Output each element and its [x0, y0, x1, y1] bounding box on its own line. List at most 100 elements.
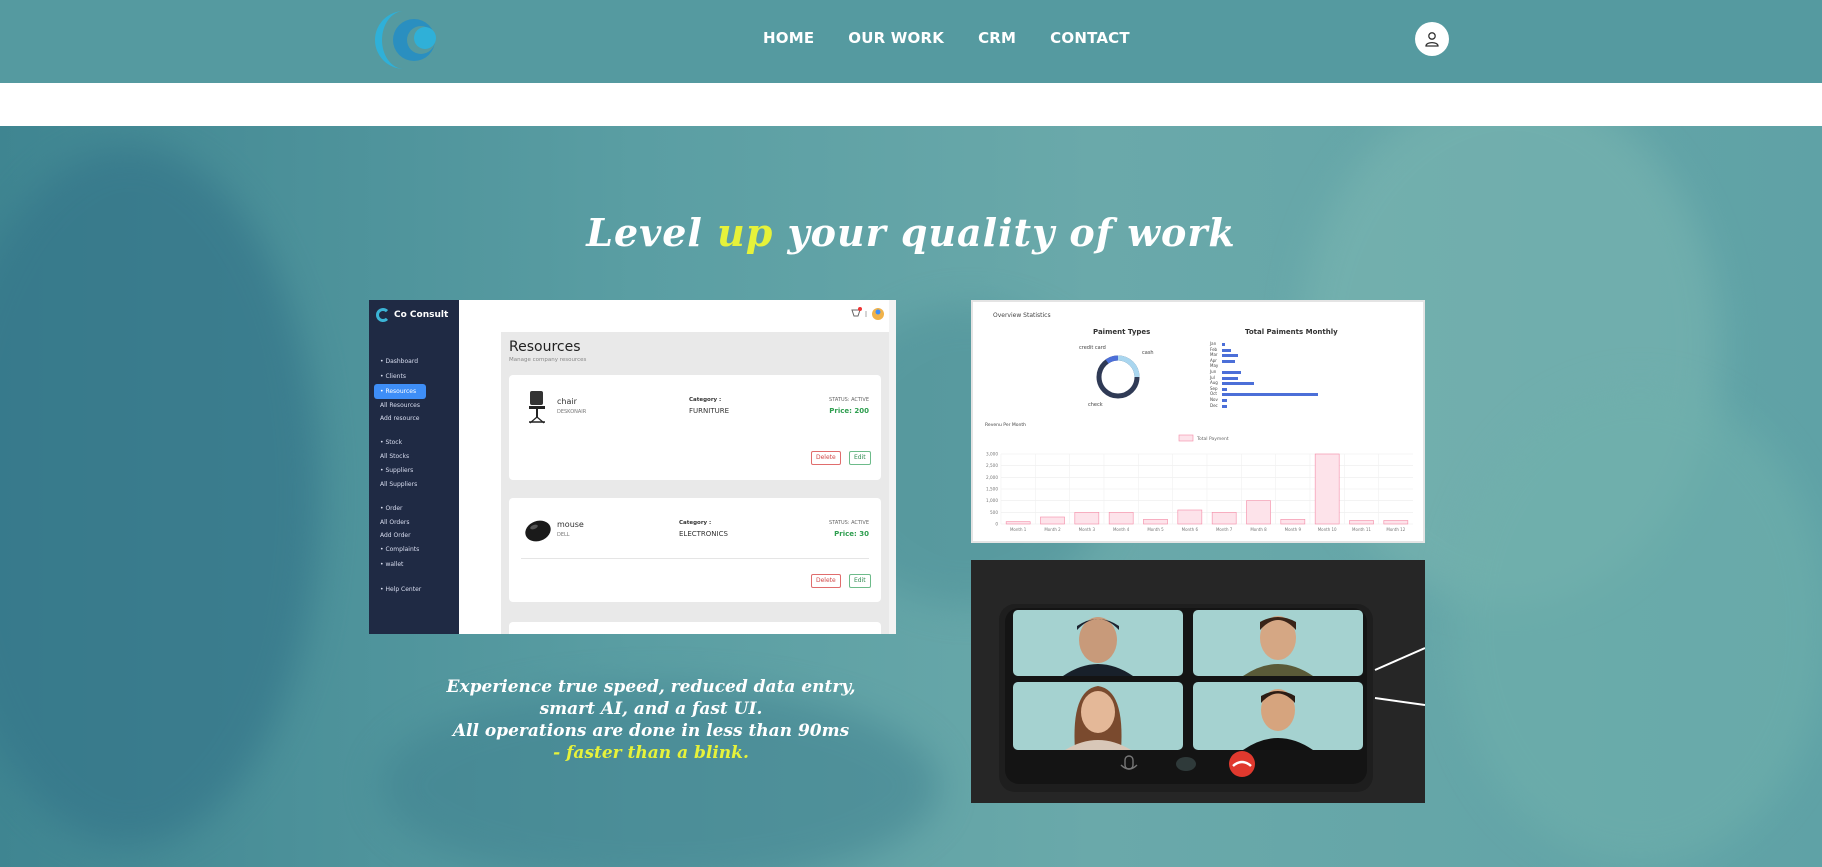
hero-section: Level up your quality of work Co Consult… [0, 126, 1822, 867]
price-value: Price: 200 [829, 407, 869, 415]
preview-brand: Co Consult [376, 308, 448, 322]
preview-menu-item[interactable]: All Resources [374, 399, 454, 412]
delete-button[interactable]: Delete [811, 574, 841, 588]
revenue-bar [1074, 512, 1100, 525]
y-tick-label: 2,500 [986, 463, 998, 468]
user-account-button[interactable] [1415, 22, 1449, 56]
y-tick-label: 3,000 [986, 452, 998, 457]
caption-highlight: - faster than a blink. [553, 743, 749, 763]
preview-menu: • Dashboard • Clients • Resources All Resou… [374, 354, 454, 597]
company-logo[interactable] [370, 8, 442, 70]
nav-crm[interactable]: CRM [978, 29, 1016, 47]
preview-menu-item[interactable]: • Help Center [374, 582, 454, 597]
month-bar [1222, 393, 1318, 397]
preview-scrollbar [889, 300, 896, 634]
header-spacer-bar [0, 83, 1822, 126]
preview-menu-item[interactable]: All Stocks [374, 450, 454, 463]
top-navbar: HOME OUR WORK CRM CONTACT [0, 0, 1822, 83]
month-label: Sep [1210, 385, 1218, 391]
caption-line: All operations are done in less than 90m… [452, 721, 850, 741]
preview-menu-item[interactable]: Add Order [374, 529, 454, 542]
revenue-bar [1211, 512, 1237, 525]
caption-line: Experience true speed, reduced data entr… [446, 677, 856, 697]
x-tick-label: Month 9 [1285, 527, 1302, 532]
resource-card: mouse DELL Category : ELECTRONICS STATUS… [509, 498, 881, 602]
headline-highlight: up [717, 210, 774, 255]
x-tick-label: Month 5 [1147, 527, 1164, 532]
preview-menu-item[interactable]: • Clients [374, 369, 454, 384]
month-bar [1222, 399, 1228, 402]
stats-header: Overview Statistics [993, 312, 1051, 319]
month-label: Jun [1210, 369, 1217, 374]
preview-menu-item[interactable]: • Resources [374, 384, 426, 399]
y-tick-label: 1,000 [986, 498, 998, 503]
delete-button[interactable]: Delete [811, 451, 841, 465]
preview-menu-item[interactable]: All Suppliers [374, 478, 454, 491]
donut-label: cash [1142, 350, 1154, 356]
preview-menu-item[interactable]: • wallet [374, 557, 454, 572]
edit-button[interactable]: Edit [849, 451, 871, 465]
x-tick-label: Month 3 [1079, 527, 1096, 532]
revenue-bar [1143, 519, 1168, 525]
preview-menu-item[interactable]: • Order [374, 501, 454, 516]
nav-home[interactable]: HOME [763, 29, 814, 47]
month-bar [1222, 348, 1231, 352]
participant-tile [1193, 610, 1363, 676]
video-call-screenshot [971, 560, 1425, 803]
revenue-title: Revenu Per Month [985, 423, 1026, 428]
preview-menu-item[interactable]: • Complaints [374, 542, 454, 557]
preview-menu-item[interactable]: • Dashboard [374, 354, 454, 369]
x-tick-label: Month 12 [1386, 527, 1405, 532]
preview-menu-item[interactable]: • Stock [374, 435, 454, 450]
month-bar [1222, 359, 1235, 363]
statistics-screenshot: Overview Statistics Paiment Types credit… [971, 300, 1425, 543]
y-tick-label: 1,500 [986, 487, 998, 492]
status-badge: STATUS: ACTIVE [829, 397, 869, 403]
hero-headline: Level up your quality of work [586, 210, 1236, 255]
month-label: Feb [1210, 346, 1218, 352]
revenue-bar-chart: Total Payment 3,000 2,500 2,000 1,500 1,000 50… [986, 434, 1413, 532]
month-bar [1222, 387, 1228, 391]
resources-title: Resources [509, 339, 581, 355]
donut-title: Paiment Types [1093, 328, 1151, 336]
y-tick-label: 0 [995, 522, 998, 527]
preview-menu-item[interactable]: Add resource [374, 412, 454, 425]
user-icon [1425, 32, 1439, 47]
revenue-bar [1040, 516, 1065, 525]
participant-tile [1193, 682, 1363, 750]
category-label: Category : [679, 520, 712, 526]
brand-logo-icon [376, 308, 390, 322]
caption-line: smart AI, and a fast UI. [539, 699, 763, 719]
category-label: Category : [689, 397, 722, 403]
edit-button[interactable]: Edit [849, 574, 871, 588]
month-label: Jul [1210, 374, 1215, 380]
revenue-bar [1314, 453, 1340, 525]
month-label: May [1210, 363, 1219, 369]
month-bar [1222, 354, 1238, 358]
donut-label: credit card [1079, 345, 1106, 351]
category-value: FURNITURE [689, 407, 730, 415]
x-tick-label: Month 2 [1044, 527, 1061, 532]
preview-menu-item[interactable]: • Suppliers [374, 463, 454, 478]
preview-sidebar: Co Consult • Dashboard • Clients • Resourc… [369, 300, 459, 634]
video-call-illustration [999, 604, 1425, 792]
main-nav: HOME OUR WORK CRM CONTACT [763, 29, 1164, 47]
legend-label: Total Payment [1196, 436, 1229, 442]
month-label: Mar [1210, 352, 1218, 358]
month-bar [1222, 404, 1228, 408]
resources-screenshot: Co Consult • Dashboard • Clients • Resourc… [369, 300, 896, 634]
x-tick-label: Month 6 [1182, 527, 1199, 532]
x-tick-label: Month 10 [1318, 527, 1337, 532]
month-bar [1222, 343, 1226, 346]
participant-tile [1013, 682, 1183, 750]
nav-our-work[interactable]: OUR WORK [848, 29, 944, 47]
month-bar [1222, 382, 1254, 386]
month-label: Aug [1210, 380, 1218, 386]
price-value: Price: 30 [834, 530, 869, 538]
participant-tile [1013, 610, 1183, 676]
chair-icon [529, 391, 545, 424]
month-label: Oct [1210, 391, 1217, 397]
resource-name: mouse [557, 520, 584, 529]
preview-menu-item[interactable]: All Orders [374, 516, 454, 529]
nav-contact[interactable]: CONTACT [1050, 29, 1130, 47]
